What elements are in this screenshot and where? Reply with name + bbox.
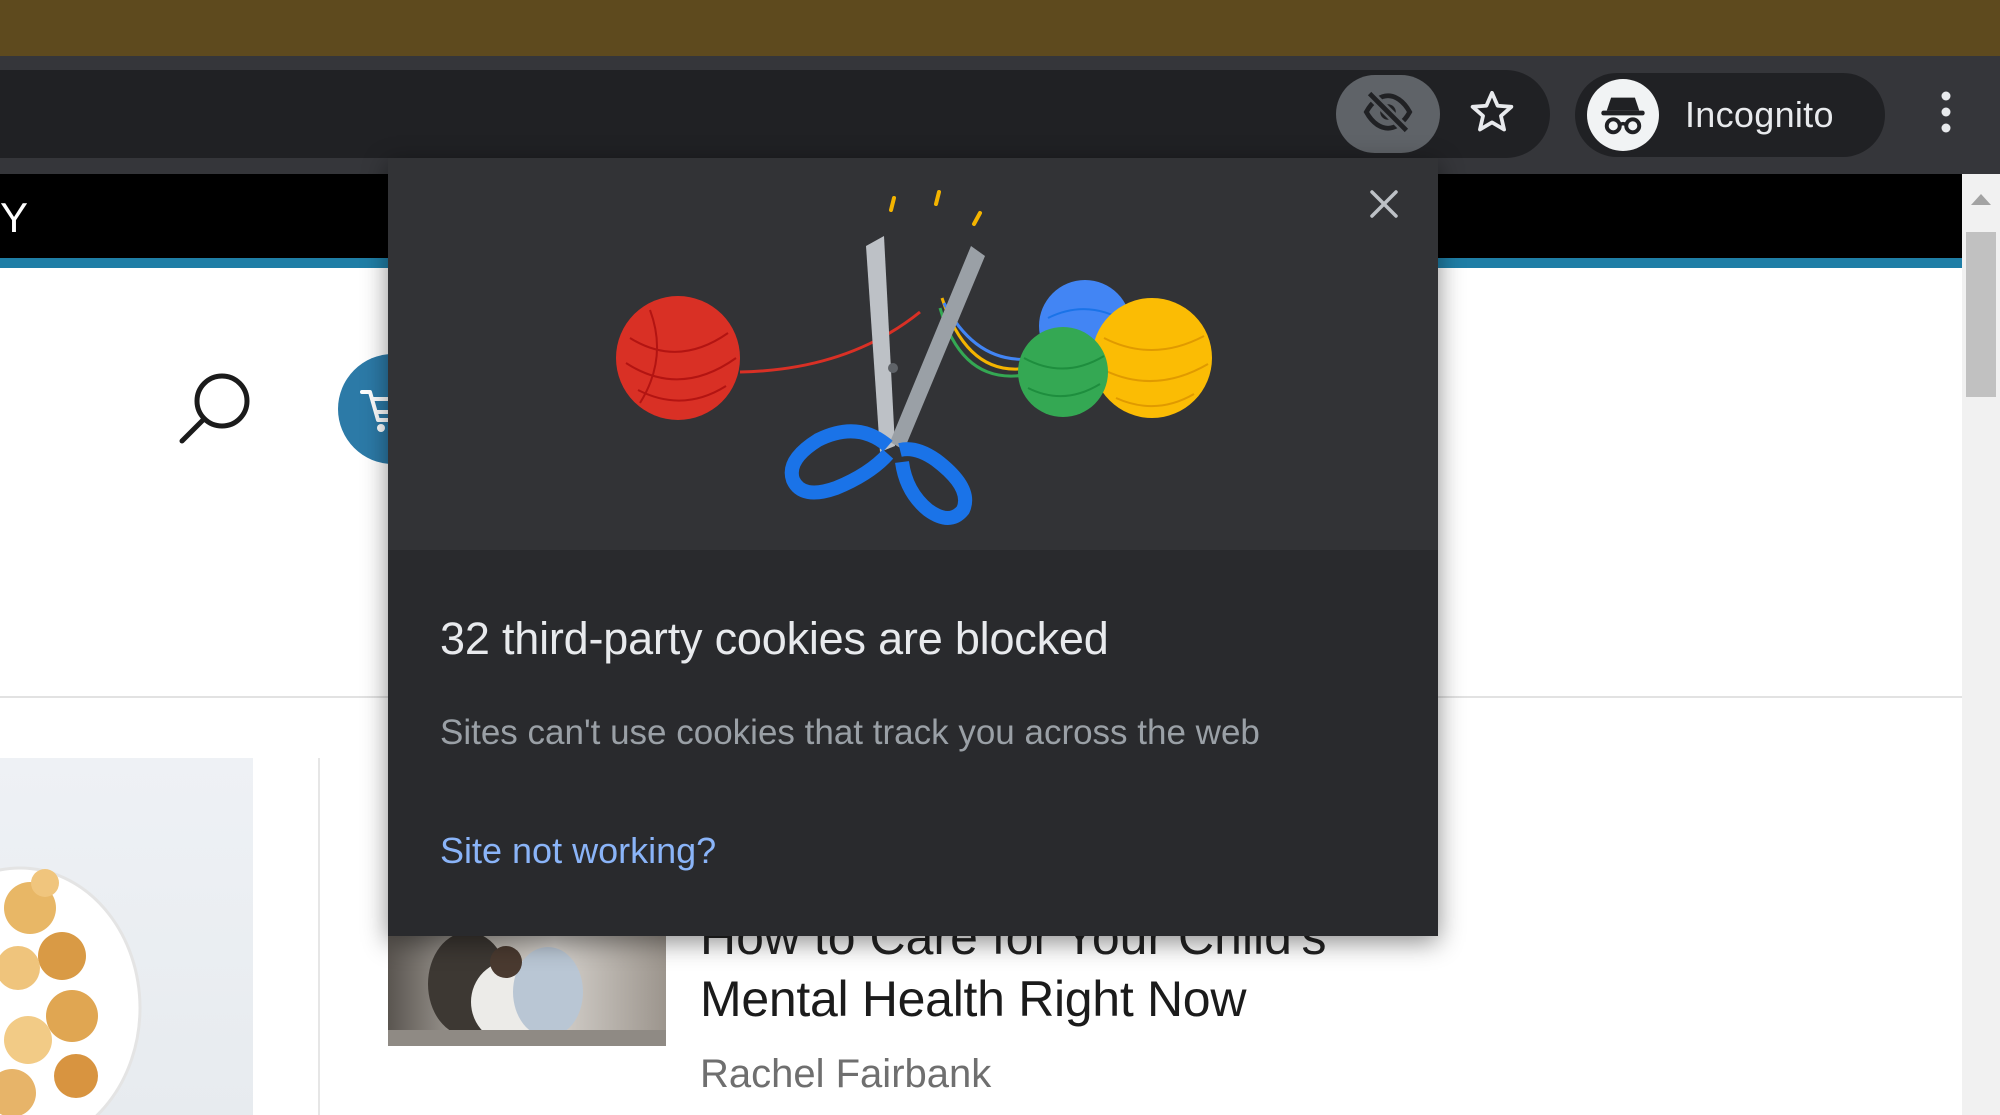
close-icon [1367, 187, 1401, 226]
profile-incognito-button[interactable]: Incognito [1575, 73, 1885, 157]
eye-off-icon [1362, 86, 1414, 143]
article-title[interactable]: Mental Health Right Now [700, 970, 1246, 1028]
article-author[interactable]: Rachel Fairbank [700, 1052, 991, 1097]
red-yarn-ball [616, 296, 740, 420]
site-not-working-link[interactable]: Site not working? [440, 830, 716, 872]
incognito-icon [1587, 79, 1659, 151]
popup-title: 32 third-party cookies are blocked [440, 613, 1109, 664]
browser-toolbar: Incognito [0, 56, 2000, 174]
scissors [784, 236, 985, 525]
scrollbar-thumb[interactable] [1966, 232, 1996, 397]
browser-menu-button[interactable] [1920, 75, 1972, 153]
featured-food-image[interactable] [0, 758, 253, 1115]
cookie-popup-illustration [388, 158, 1438, 550]
browser-window: Incognito Y How to Care for Your Child's… [0, 0, 2000, 1115]
popup-subtitle: Sites can't use cookies that track you a… [440, 713, 1260, 752]
nav-item-fragment[interactable]: Y [0, 194, 28, 242]
popup-close-button[interactable] [1358, 180, 1410, 232]
star-icon [1467, 87, 1517, 142]
page-scrollbar[interactable] [1962, 174, 2000, 1115]
bookmark-star-button[interactable] [1448, 75, 1536, 153]
third-party-cookies-button[interactable] [1336, 75, 1440, 153]
scissors-cutting-yarn-illustration [616, 190, 1212, 525]
column-separator [318, 758, 320, 1115]
scroll-up-arrow-icon[interactable] [1971, 194, 1991, 205]
site-search-button[interactable] [176, 365, 266, 455]
cookie-blocking-popup: 32 third-party cookies are blocked Sites… [388, 158, 1438, 936]
three-dot-menu-icon [1938, 89, 1954, 140]
profile-label: Incognito [1685, 94, 1834, 135]
window-titlebar [0, 0, 2000, 56]
address-bar[interactable] [0, 70, 1550, 158]
article-thumbnail[interactable] [388, 932, 666, 1046]
search-icon [176, 373, 266, 459]
